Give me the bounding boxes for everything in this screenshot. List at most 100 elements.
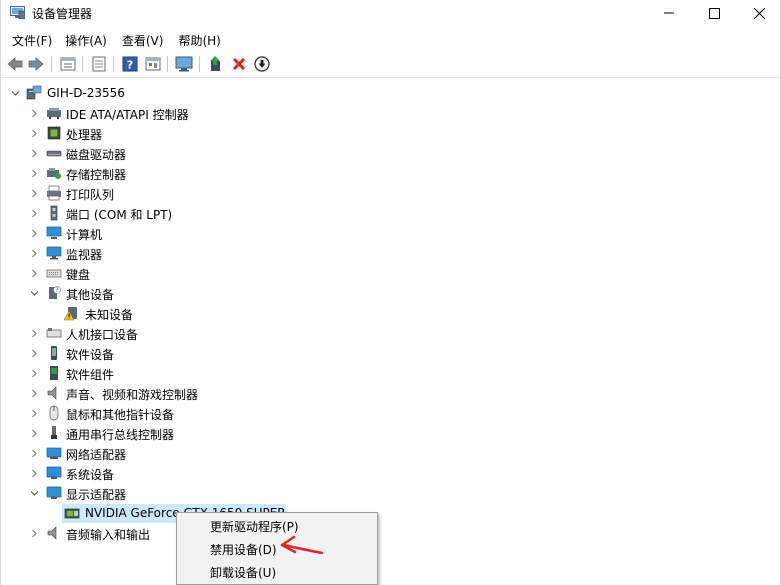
uninstall-device-menu-item[interactable]: 卸载设备(U) [210, 564, 276, 581]
list-button[interactable] [90, 55, 108, 73]
mouse-icon [49, 405, 59, 421]
tree-item-label: 监视器 [66, 248, 103, 262]
menu-bar: 文件(F) 操作(A) 查看(V) 帮助(H) [1, 30, 780, 50]
tree-item-label: 软件设备 [66, 348, 115, 362]
tree-category-item[interactable]: 监视器 [1, 243, 401, 263]
back-button[interactable] [6, 55, 24, 73]
tree-category-item[interactable]: 声音、视频和游戏控制器 [1, 383, 401, 403]
svg-text:?: ? [55, 287, 58, 294]
tree-category-item[interactable]: 处理器 [1, 123, 401, 143]
chevron-right-icon[interactable] [30, 369, 39, 378]
tree-category-item[interactable]: 系统设备 [1, 463, 401, 483]
properties-icon [60, 57, 76, 71]
ide-controller-icon [47, 108, 61, 119]
disable-icon [254, 56, 270, 72]
tree-item-label: 计算机 [66, 228, 103, 242]
network-adapter-icon [46, 447, 62, 459]
chevron-down-icon[interactable] [11, 89, 20, 98]
chevron-right-icon[interactable] [30, 189, 39, 198]
tree-item-label: 软件组件 [66, 368, 115, 382]
tree-category-item[interactable]: 显示适配器 [1, 483, 401, 503]
tree-category-item[interactable]: 网络适配器 [1, 443, 401, 463]
tree-item-label: 其他设备 [66, 288, 115, 302]
chevron-right-icon[interactable] [30, 349, 39, 358]
context-menu: 更新驱动程序(P) 禁用设备(D) 卸载设备(U) [176, 512, 378, 585]
list-icon [92, 56, 106, 72]
chevron-down-icon[interactable] [30, 289, 39, 298]
menu-view[interactable]: 查看(V) [115, 30, 172, 50]
scan-hardware-button[interactable] [175, 55, 193, 73]
menu-help[interactable]: 帮助(H) [171, 30, 228, 50]
tree-category-item[interactable]: 通用串行总线控制器 [1, 423, 401, 443]
help-button[interactable]: ? [121, 55, 139, 73]
software-component-icon [50, 366, 58, 380]
tree-category-item[interactable]: 端口 (COM 和 LPT) [1, 203, 401, 223]
menu-file[interactable]: 文件(F) [1, 30, 60, 50]
chevron-right-icon[interactable] [30, 209, 39, 218]
disable-device-menu-item[interactable]: 禁用设备(D) [210, 541, 277, 558]
tree-item-label: 处理器 [66, 128, 103, 142]
keyboard-icon [46, 269, 62, 278]
tree-category-item[interactable]: 磁盘驱动器 [1, 143, 401, 163]
tree-category-item[interactable]: 软件组件 [1, 363, 401, 383]
tree-category-item[interactable]: IDE ATA/ATAPI 控制器 [1, 103, 401, 123]
disable-button[interactable] [253, 55, 271, 73]
back-icon [7, 57, 23, 71]
uninstall-button[interactable] [230, 55, 248, 73]
chevron-right-icon[interactable] [30, 169, 39, 178]
disk-drive-icon [46, 150, 62, 157]
chevron-right-icon[interactable] [30, 229, 39, 238]
resources-button[interactable] [144, 55, 162, 73]
tree-category-item[interactable]: 计算机 [1, 223, 401, 243]
forward-button[interactable] [27, 55, 45, 73]
tree-category-item[interactable]: 存储控制器 [1, 163, 401, 183]
chevron-right-icon[interactable] [30, 109, 39, 118]
tree-item-label: 网络适配器 [66, 448, 127, 462]
minimize-icon [664, 12, 674, 14]
chevron-right-icon[interactable] [30, 249, 39, 258]
chevron-right-icon[interactable] [30, 409, 39, 418]
system-device-icon [46, 466, 62, 479]
device-tree: GIH-D-23556 IDE ATA/ATAPI 控制器 处理器磁盘驱动器 存储控… [1, 80, 769, 585]
tree-item-label: 系统设备 [66, 468, 115, 482]
gpu-icon [64, 508, 80, 519]
chevron-right-icon[interactable] [30, 529, 39, 538]
tree-child-item[interactable]: 未知设备 [1, 303, 401, 323]
close-button[interactable] [736, 0, 781, 26]
tree-category-item[interactable]: 键盘 [1, 263, 401, 283]
chevron-right-icon[interactable] [30, 449, 39, 458]
tree-item-label: 通用串行总线控制器 [66, 428, 175, 442]
tree-category-item[interactable]: 软件设备 [1, 343, 401, 363]
chevron-right-icon[interactable] [30, 329, 39, 338]
update-driver-button[interactable] [207, 55, 225, 73]
chevron-right-icon[interactable] [30, 389, 39, 398]
chevron-right-icon[interactable] [30, 469, 39, 478]
menu-action[interactable]: 操作(A) [60, 30, 115, 50]
chevron-right-icon[interactable] [30, 269, 39, 278]
chevron-right-icon[interactable] [30, 429, 39, 438]
update-driver-menu-item[interactable]: 更新驱动程序(P) [210, 518, 299, 535]
tree-item-label: 磁盘驱动器 [66, 148, 127, 162]
vertical-scrollbar[interactable] [767, 80, 780, 585]
minimize-button[interactable] [646, 0, 692, 26]
tree-item-label: IDE ATA/ATAPI 控制器 [66, 108, 189, 122]
chevron-right-icon[interactable] [30, 149, 39, 158]
tree-category-item[interactable]: 鼠标和其他指针设备 [1, 403, 401, 423]
monitor-icon [175, 56, 193, 72]
help-icon: ? [122, 56, 138, 72]
window-title: 设备管理器 [32, 7, 93, 21]
tree-category-item[interactable]: 人机接口设备 [1, 323, 401, 343]
chevron-right-icon[interactable] [30, 129, 39, 138]
monitor-icon [46, 246, 62, 260]
tree-category-item[interactable]: 打印队列 [1, 183, 401, 203]
svg-text:?: ? [127, 59, 133, 72]
maximize-icon [708, 7, 720, 19]
maximize-button[interactable] [691, 0, 737, 26]
chevron-down-icon[interactable] [30, 489, 39, 498]
tree-category-item[interactable]: ? 其他设备 [1, 283, 401, 303]
tree-root[interactable]: GIH-D-23556 [1, 83, 401, 103]
tree-item-label: 端口 (COM 和 LPT) [66, 208, 173, 222]
properties-button[interactable] [59, 55, 77, 73]
audio-io-icon [47, 526, 57, 540]
tree-item-label: 打印队列 [66, 188, 115, 202]
